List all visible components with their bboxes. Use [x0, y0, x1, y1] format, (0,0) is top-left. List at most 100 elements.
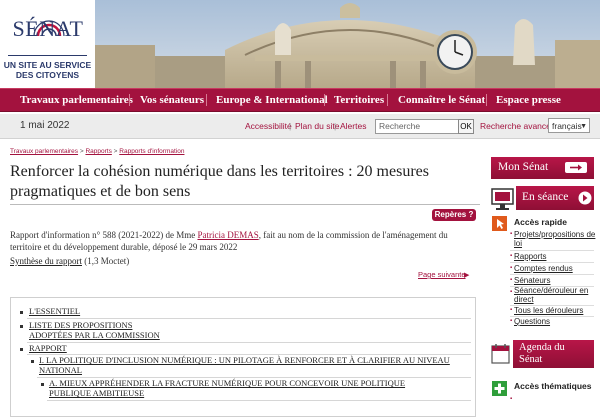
- nav-separator: [324, 94, 325, 106]
- bullet-icon: ▪: [510, 307, 513, 313]
- breadcrumb-separator: >: [79, 148, 84, 155]
- sidebar-comptes-rendus[interactable]: Comptes rendus: [514, 264, 573, 274]
- toc-item-part-1[interactable]: I. LA POLITIQUE D'INCLUSION NUMÉRIQUE : …: [39, 355, 450, 365]
- sidebar-divider: [510, 250, 594, 251]
- toc-divider: [27, 318, 471, 319]
- synthese-link[interactable]: Synthèse du rapport: [10, 256, 82, 266]
- advanced-search-link[interactable]: Recherche avancée: [480, 121, 556, 131]
- logo-subtitle-1: UN SITE AU SERVICE: [3, 60, 92, 70]
- plus-icon: [492, 381, 507, 396]
- agenda-button[interactable]: Agenda du Sénat: [513, 340, 594, 368]
- util-separator: |: [334, 121, 337, 131]
- nav-separator: [387, 94, 388, 106]
- monitor-icon: [491, 188, 514, 210]
- main-nav: Travaux parlementaires Vos sénateurs Eur…: [0, 88, 600, 112]
- table-of-contents: L'ESSENTIEL LISTE DES PROPOSITIONS ADOPT…: [10, 297, 476, 417]
- author-link[interactable]: Patricia DEMAS: [197, 230, 258, 240]
- reperes-button[interactable]: Repères ?: [432, 209, 476, 221]
- toc-item-essentiel[interactable]: L'ESSENTIEL: [29, 306, 80, 316]
- senate-palace-banner: [95, 0, 600, 88]
- logo-subtitle-2: DES CITOYENS: [15, 70, 80, 80]
- logo-box[interactable]: SÉNAT UN SITE AU SERVICE DES CITOYENS: [0, 0, 95, 88]
- toc-item-rapport[interactable]: RAPPORT: [29, 343, 67, 353]
- logo-name: SÉNAT: [12, 16, 84, 41]
- sidebar-questions[interactable]: Questions: [514, 317, 550, 327]
- bullet-icon: ▪: [510, 231, 513, 237]
- toc-item-part-1a-2[interactable]: PUBLIQUE AMBITIEUSE: [49, 388, 144, 398]
- nav-connaitre-le-senat[interactable]: Connaître le Sénat: [398, 89, 485, 111]
- agenda-label-1: Agenda du: [519, 342, 565, 353]
- nav-europe-international[interactable]: Europe & International: [216, 89, 328, 111]
- sidebar-divider: [510, 262, 594, 263]
- breadcrumb-rapports[interactable]: Rapports: [85, 148, 111, 155]
- title-divider: [10, 204, 480, 205]
- bullet-icon: ▪: [510, 318, 513, 324]
- synthese-line: Synthèse du rapport (1,3 Moctet): [10, 256, 129, 266]
- breadcrumb-travaux[interactable]: Travaux parlementaires: [10, 148, 78, 155]
- language-value: français: [552, 121, 582, 131]
- page-suivante-link[interactable]: Page suivante: [418, 270, 466, 279]
- current-date: 1 mai 2022: [20, 120, 70, 131]
- bullet-icon: [31, 360, 34, 363]
- bullet-icon: ▪: [510, 396, 513, 402]
- bullet-icon: ▪: [510, 277, 513, 283]
- toc-divider: [47, 400, 471, 401]
- en-seance-button[interactable]: En séance: [516, 186, 594, 210]
- arrow-right-icon: [570, 164, 582, 171]
- logo-divider: [8, 55, 87, 56]
- nav-travaux-parlementaires[interactable]: Travaux parlementaires: [20, 89, 133, 111]
- sidebar-tous-les-derouleurs[interactable]: Tous les dérouleurs: [514, 306, 583, 316]
- cursor-icon: [492, 216, 507, 231]
- toc-item-part-1a[interactable]: A. MIEUX APPRÉHENDER LA FRACTURE NUMÉRIQ…: [49, 378, 405, 388]
- bullet-icon: ▪: [510, 265, 513, 271]
- site-header: SÉNAT UN SITE AU SERVICE DES CITOYENS: [0, 0, 600, 88]
- alertes-link[interactable]: Alertes: [340, 121, 366, 131]
- search-input[interactable]: Recherche: [375, 119, 460, 134]
- chevron-down-icon: ▼: [580, 123, 587, 130]
- nav-espace-presse[interactable]: Espace presse: [496, 89, 561, 111]
- bullet-icon: [20, 325, 23, 328]
- nav-separator: [129, 94, 130, 106]
- circle-arrow-icon: [578, 191, 592, 205]
- bullet-icon: [20, 348, 23, 351]
- toc-divider: [27, 342, 471, 343]
- nav-territoires[interactable]: Territoires: [334, 89, 384, 111]
- search-ok-button[interactable]: OK: [458, 119, 474, 134]
- toc-item-propositions[interactable]: LISTE DES PROPOSITIONS: [29, 320, 132, 330]
- bullet-icon: ▪: [510, 289, 513, 295]
- synthese-size: (1,3 Moctet): [82, 256, 130, 266]
- sidebar-senateurs[interactable]: Sénateurs: [514, 276, 550, 286]
- calendar-icon: [491, 344, 510, 364]
- sidebar-rapports[interactable]: Rapports: [514, 252, 546, 262]
- accessibilite-link[interactable]: Accessibilité: [245, 121, 292, 131]
- nav-separator: [486, 94, 487, 106]
- sidebar-projets-propositions[interactable]: Projets/propositions de: [514, 230, 595, 240]
- agenda-label-2: Sénat: [519, 354, 543, 365]
- report-prefix: Rapport d'information n° 588 (2021-2022)…: [10, 230, 198, 240]
- page-title: Renforcer la cohésion numérique dans les…: [10, 163, 429, 200]
- agenda-box[interactable]: Agenda du Sénat: [491, 340, 594, 368]
- arrow-box: [565, 162, 587, 173]
- breadcrumb-separator: >: [113, 148, 118, 155]
- acces-rapide-title: Accès rapide: [514, 217, 567, 227]
- bullet-icon: [41, 383, 44, 386]
- mon-senat-button[interactable]: Mon Sénat: [491, 157, 594, 179]
- acces-thematiques-title: Accès thématiques: [514, 381, 592, 391]
- sidebar-divider: [510, 274, 594, 275]
- en-seance-box[interactable]: En séance: [491, 186, 594, 212]
- breadcrumb-rapports-information[interactable]: Rapports d'information: [119, 148, 184, 155]
- triangle-right-icon: ▶: [464, 271, 470, 279]
- language-select[interactable]: français ▼: [548, 118, 590, 133]
- sidebar-projets-propositions-2[interactable]: loi: [514, 239, 522, 249]
- plan-du-site-link[interactable]: Plan du site: [295, 121, 339, 131]
- sidebar-seance-derouleur-2[interactable]: direct: [514, 295, 534, 305]
- nav-separator: [206, 94, 207, 106]
- bullet-icon: [20, 311, 23, 314]
- toc-item-propositions-2[interactable]: ADOPTÉES PAR LA COMMISSION: [29, 330, 160, 340]
- breadcrumb: Travaux parlementaires > Rapports > Rapp…: [10, 148, 184, 155]
- report-description: Rapport d'information n° 588 (2021-2022)…: [10, 230, 480, 253]
- nav-vos-senateurs[interactable]: Vos sénateurs: [140, 89, 204, 111]
- utility-bar: 1 mai 2022 Accessibilité | Plan du site …: [0, 114, 600, 139]
- en-seance-label: En séance: [522, 191, 569, 203]
- toc-item-part-1-2[interactable]: NATIONAL: [39, 365, 82, 375]
